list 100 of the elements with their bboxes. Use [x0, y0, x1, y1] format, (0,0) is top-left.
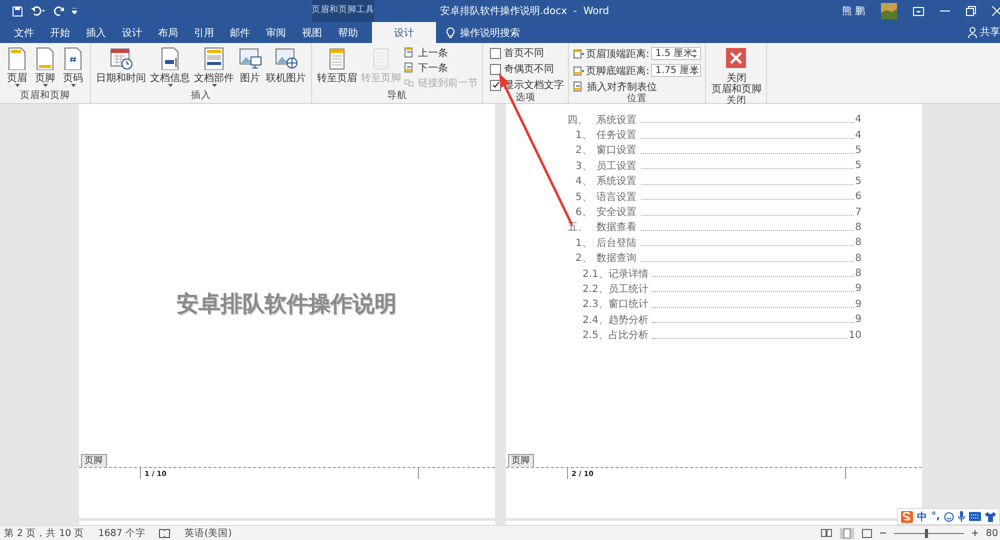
close-icon: [724, 46, 748, 70]
lightbulb-icon: [446, 26, 455, 38]
toc-entry: 占比分析: [608, 328, 648, 342]
toc-entry: 窗口统计: [608, 298, 648, 312]
restore-icon[interactable]: [966, 6, 976, 16]
redo-icon[interactable]: [53, 6, 64, 16]
ribbon-button[interactable]: 页码: [60, 46, 86, 87]
toc-number: 2、: [576, 252, 593, 266]
tell-me-search[interactable]: 操作说明搜索: [446, 22, 520, 43]
undo-icon[interactable]: [31, 6, 45, 16]
ribbon-button[interactable]: 下一条: [404, 61, 478, 74]
ribbon-tab[interactable]: 设计: [372, 22, 436, 43]
ribbon-options-icon[interactable]: [913, 6, 924, 16]
margin-icon: [573, 66, 584, 76]
toc-entry: 数据查询: [596, 252, 636, 266]
toc-entry: 任务设置: [596, 128, 636, 142]
avatar-icon: [881, 3, 897, 19]
ribbon-button[interactable]: 日期和时间: [95, 46, 147, 84]
tab-stop-icon: [573, 81, 583, 92]
ime-mode[interactable]: 中: [917, 510, 928, 524]
toc-page: 8: [855, 222, 862, 233]
toc-number: 2、: [576, 144, 593, 158]
toc-entry: 系统设置: [596, 174, 636, 188]
toc-number: 3、: [576, 160, 593, 173]
ime-punctuation[interactable]: °,: [931, 511, 940, 522]
ime-logo-icon: [901, 510, 914, 522]
ribbon-tab[interactable]: 视图: [294, 22, 330, 43]
close-icon[interactable]: [992, 6, 1000, 16]
ribbon-button[interactable]: 联机图片: [265, 46, 307, 84]
ribbon-button[interactable]: 转至页眉: [316, 46, 358, 84]
field-label: 页脚底端距离:: [586, 64, 650, 78]
ribbon-tab[interactable]: 审阅: [258, 22, 294, 43]
ribbon-tab[interactable]: 设计: [114, 22, 150, 43]
toc-number: 1、: [576, 236, 593, 250]
group-label: 插入: [190, 90, 212, 103]
margin-icon: [573, 48, 584, 58]
microphone-icon[interactable]: [958, 511, 965, 522]
toc-page: 4: [855, 114, 862, 126]
group-label: 页眉和页脚: [19, 90, 71, 103]
customize-icon[interactable]: [72, 8, 77, 14]
toc-entry: 趋势分析: [608, 314, 648, 327]
footer-tag: 页脚: [80, 454, 106, 467]
picture-icon: [274, 46, 298, 70]
ribbon-tab[interactable]: 布局: [150, 22, 186, 43]
language: 英语(美国): [184, 526, 232, 540]
ribbon-button[interactable]: 图片: [237, 46, 263, 84]
ribbon-button[interactable]: 上一条: [404, 46, 478, 59]
save-icon[interactable]: [12, 6, 23, 16]
ribbon-tab[interactable]: 邮件: [222, 22, 258, 43]
ribbon-tab[interactable]: 文件: [6, 22, 42, 43]
link-icon: [404, 77, 414, 88]
picture-icon: [238, 46, 262, 70]
toc-page: 5: [855, 176, 862, 187]
toc-number: 2.4、: [582, 314, 608, 327]
print-layout-icon[interactable]: [840, 528, 854, 538]
zoom-in-icon[interactable]: [972, 530, 978, 536]
proofing-icon: [159, 528, 170, 538]
ribbon-tab[interactable]: 引用: [186, 22, 222, 43]
toc-number: 5、: [576, 190, 593, 204]
web-layout-icon[interactable]: [862, 528, 872, 538]
context-tool-label: 页眉和页脚工具: [312, 0, 374, 22]
window-title: 安卓排队软件操作说明.docx - Word: [439, 4, 610, 19]
toc-number: 6、: [576, 206, 593, 220]
field-label: 页眉顶端距离:: [586, 48, 650, 60]
checkbox[interactable]: 首页不同: [490, 46, 564, 60]
ribbon-button[interactable]: 文档信息: [149, 46, 191, 87]
document-icon: [202, 46, 226, 70]
minimize-icon[interactable]: [940, 10, 950, 12]
shirt-icon[interactable]: [985, 512, 996, 522]
ribbon-tab[interactable]: 帮助: [330, 22, 366, 43]
toc-page: 10: [848, 330, 862, 341]
spinner-icon[interactable]: [692, 66, 698, 75]
checkbox[interactable]: 奇偶页不同: [490, 62, 564, 76]
ribbon-button[interactable]: 页脚: [32, 46, 58, 87]
toc-entry: 数据查看: [596, 220, 636, 234]
smiley-icon[interactable]: [944, 512, 954, 522]
toc-page: 9: [855, 283, 862, 294]
ribbon-button[interactable]: 关闭 页眉和页脚: [710, 46, 762, 95]
ribbon-button[interactable]: 插入对齐制表位: [573, 80, 702, 93]
read-mode-icon[interactable]: [820, 529, 832, 537]
spin-field[interactable]: 1.5 厘米: [651, 47, 702, 60]
zoom-thumb[interactable]: [925, 528, 928, 538]
toc-number: 4、: [576, 175, 593, 188]
document-title: 安卓排队软件操作说明: [176, 290, 396, 319]
ribbon-tab[interactable]: 开始: [42, 22, 78, 43]
user-name: 熊 鹏: [842, 5, 865, 18]
ribbon-button[interactable]: 文档部件: [193, 46, 235, 87]
document-icon: [404, 62, 414, 73]
toc-entry: 语言设置: [596, 190, 636, 204]
toc-entry: 后台登陆: [596, 236, 636, 250]
footer-tag: 页脚: [508, 454, 534, 467]
ribbon-button[interactable]: 页眉: [4, 46, 30, 87]
toc-entry: 安全设置: [596, 206, 636, 220]
share-button[interactable]: 共享: [968, 25, 1000, 43]
toc-page: 5: [855, 160, 862, 172]
page-count: 第 2 页，共 10 页: [4, 526, 84, 540]
toc-entry: 记录详情: [608, 268, 648, 281]
group-label: 选项: [514, 92, 536, 104]
keyboard-icon[interactable]: [969, 512, 981, 521]
ribbon-tab[interactable]: 插入: [78, 22, 114, 43]
